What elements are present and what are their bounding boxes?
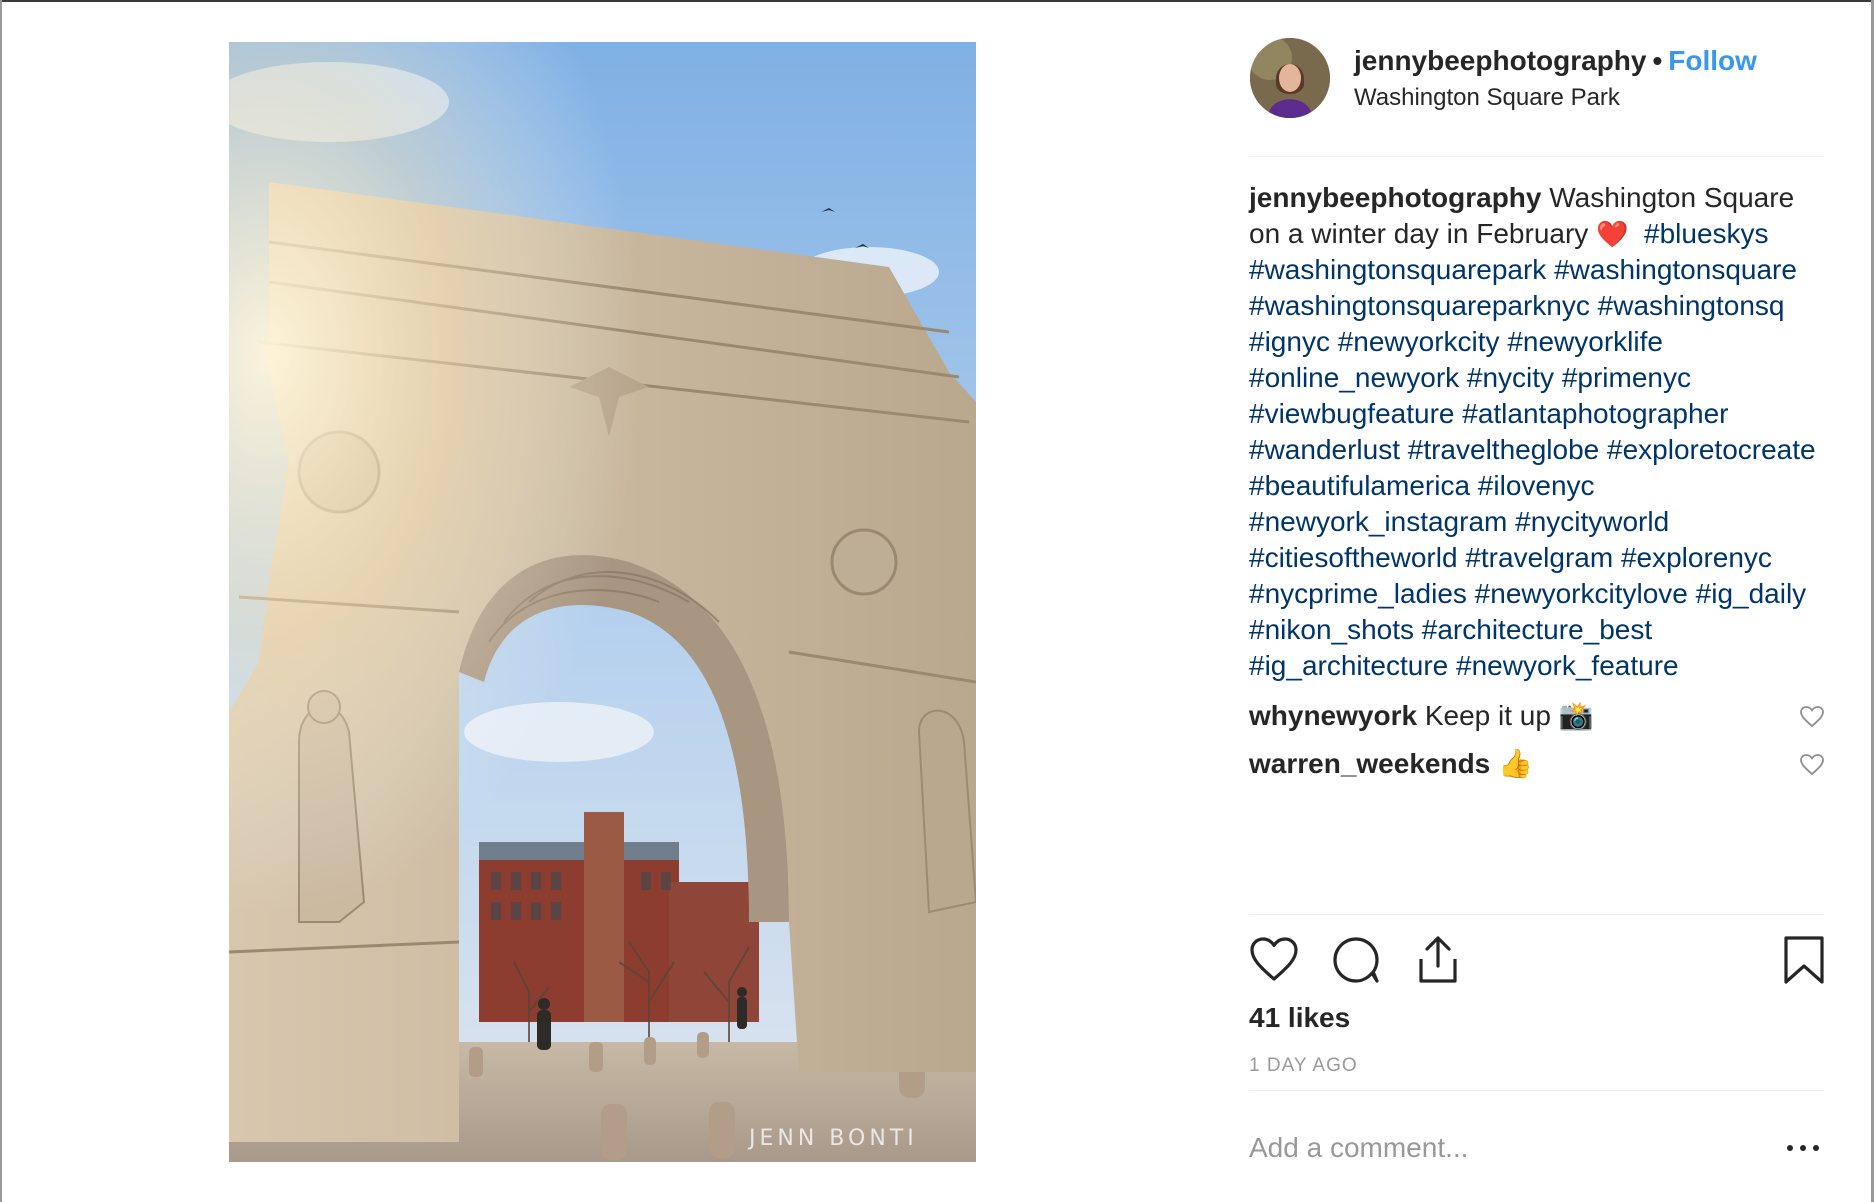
washington-square-arch-image: JENN BONTI xyxy=(229,42,976,1162)
heart-emoji: ❤️ xyxy=(1596,219,1629,249)
comment-username[interactable]: warren_weekends xyxy=(1249,748,1490,779)
avatar-image xyxy=(1250,38,1330,118)
header-username-line: jennybeephotography • Follow xyxy=(1354,45,1757,77)
separator-dot: • xyxy=(1652,45,1663,76)
comment-bubble-icon[interactable] xyxy=(1331,935,1381,985)
actions-divider xyxy=(1249,914,1824,915)
post-timestamp[interactable]: 1 DAY AGO xyxy=(1249,1055,1358,1077)
comment-row: warren_weekends 👍 xyxy=(1249,744,1824,784)
post-actions xyxy=(1249,935,1824,991)
small-heart-icon[interactable] xyxy=(1800,754,1824,776)
more-options-icon[interactable] xyxy=(1787,1140,1821,1156)
small-heart-icon[interactable] xyxy=(1800,706,1824,728)
post-sidebar: jennybeephotography • Follow Washington Sq… xyxy=(1249,0,1824,1202)
bookmark-icon[interactable] xyxy=(1779,935,1829,985)
heart-icon[interactable] xyxy=(1249,935,1299,985)
comment-row: whynewyork Keep it up 📸 xyxy=(1249,696,1824,736)
post-header: jennybeephotography • Follow Washington Sq… xyxy=(1249,38,1824,120)
comment-text: Keep it up 📸 xyxy=(1424,700,1594,731)
likes-count[interactable]: 41 likes xyxy=(1249,1002,1350,1034)
post-caption: jennybeephotography Washington Square on… xyxy=(1249,180,1829,684)
caption-hashtags[interactable]: #blueskys #washingtonsquarepark #washing… xyxy=(1249,218,1816,681)
follow-button[interactable]: Follow xyxy=(1668,45,1757,76)
share-upload-icon[interactable] xyxy=(1413,935,1463,985)
photo-watermark: JENN BONTI xyxy=(747,1126,918,1151)
add-comment-input[interactable] xyxy=(1249,1128,1769,1168)
window-left-edge xyxy=(0,0,2,1202)
comment-box-divider xyxy=(1249,1090,1824,1091)
post-username[interactable]: jennybeephotography xyxy=(1354,45,1646,76)
caption-username[interactable]: jennybeephotography xyxy=(1249,182,1541,213)
comment-username[interactable]: whynewyork xyxy=(1249,700,1417,731)
header-divider xyxy=(1249,156,1824,157)
post-photo[interactable]: JENN BONTI xyxy=(229,42,976,1162)
comment-text: 👍 xyxy=(1498,748,1533,779)
avatar[interactable] xyxy=(1250,38,1330,118)
post-location[interactable]: Washington Square Park xyxy=(1354,84,1620,112)
